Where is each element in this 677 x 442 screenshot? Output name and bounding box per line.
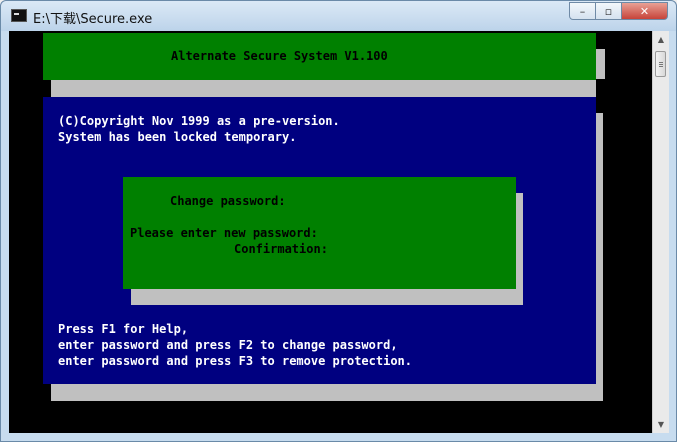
help-line-f1: Press F1 for Help, bbox=[58, 322, 189, 336]
minimize-button[interactable]: – bbox=[569, 2, 596, 20]
grip-line bbox=[659, 62, 663, 63]
console-window: E:\下载\Secure.exe – ▫ ✕ Alternate Secure … bbox=[0, 0, 677, 442]
arrow-up-icon: ▲ bbox=[657, 35, 665, 44]
minimize-icon: – bbox=[579, 4, 586, 18]
console-area[interactable]: Alternate Secure System V1.100 (C)Copyri… bbox=[9, 31, 652, 433]
scroll-down-button[interactable]: ▼ bbox=[653, 416, 669, 433]
maximize-button[interactable]: ▫ bbox=[596, 2, 622, 20]
grip-line bbox=[659, 66, 663, 67]
arrow-down-icon: ▼ bbox=[657, 420, 665, 429]
close-icon: ✕ bbox=[639, 4, 650, 18]
grip-line bbox=[659, 64, 663, 65]
window-title: E:\下载\Secure.exe bbox=[33, 12, 153, 27]
window-controls: – ▫ ✕ bbox=[569, 2, 668, 21]
vertical-scrollbar[interactable]: ▲ ▼ bbox=[652, 31, 669, 433]
help-line-f2: enter password and press F2 to change pa… bbox=[58, 338, 398, 352]
title-bar[interactable]: E:\下载\Secure.exe – ▫ ✕ bbox=[1, 1, 676, 31]
copyright-line: (C)Copyright Nov 1999 as a pre-version. bbox=[58, 114, 340, 128]
close-button[interactable]: ✕ bbox=[622, 2, 668, 20]
banner-title: Alternate Secure System V1.100 bbox=[171, 49, 388, 63]
scroll-up-button[interactable]: ▲ bbox=[653, 31, 669, 48]
banner-panel: Alternate Secure System V1.100 bbox=[43, 33, 596, 80]
lock-status-line: System has been locked temporary. bbox=[58, 130, 297, 144]
confirmation-field[interactable] bbox=[341, 241, 501, 257]
help-line-f3: enter password and press F3 to remove pr… bbox=[58, 354, 413, 368]
confirmation-label: Confirmation: bbox=[234, 242, 328, 256]
maximize-icon: ▫ bbox=[604, 4, 613, 18]
scroll-thumb[interactable] bbox=[655, 51, 666, 77]
console-background-strip bbox=[596, 79, 652, 99]
dialog-heading: Change password: bbox=[170, 194, 286, 208]
change-password-dialog: Change password: Please enter new passwo… bbox=[123, 177, 516, 289]
new-password-field[interactable] bbox=[341, 225, 501, 241]
new-password-label: Please enter new password: bbox=[130, 226, 318, 240]
console-app-icon[interactable] bbox=[11, 9, 27, 22]
